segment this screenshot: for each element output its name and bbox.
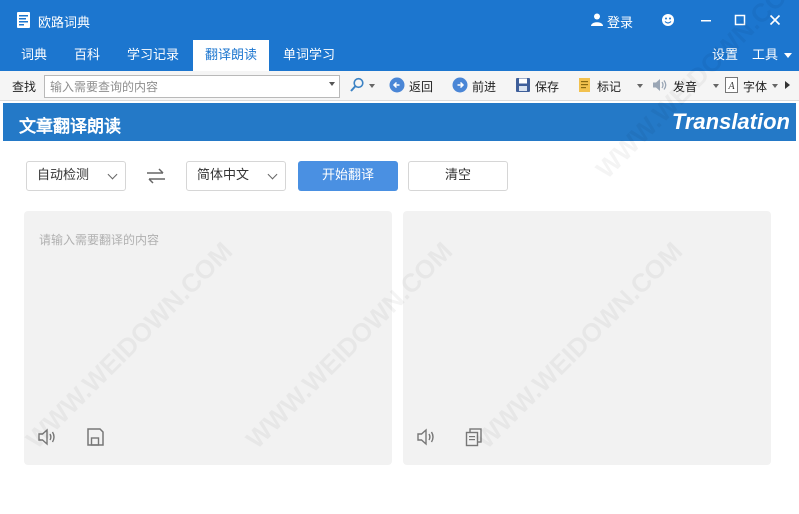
mark-button[interactable]: 标记 — [577, 76, 644, 96]
speaker-icon[interactable] — [415, 426, 437, 448]
font-label: 字体 — [743, 79, 768, 94]
smiley-icon[interactable] — [659, 11, 677, 29]
minimize-icon[interactable] — [697, 11, 715, 29]
target-language-value: 简体中文 — [197, 168, 250, 183]
forward-button[interactable]: 前进 — [452, 76, 496, 96]
user-icon — [591, 13, 603, 30]
bookmark-note-icon — [577, 77, 593, 96]
tools-menu[interactable]: 工具 — [752, 40, 793, 71]
save-button[interactable]: 保存 — [515, 76, 559, 96]
clear-button[interactable]: 清空 — [408, 161, 508, 191]
source-language-value: 自动检测 — [37, 168, 90, 183]
tools-label: 工具 — [752, 48, 779, 63]
chevron-down-icon — [369, 84, 375, 88]
title-bar: 欧路词典 登录 — [0, 0, 799, 40]
search-history-dropdown[interactable] — [329, 82, 335, 86]
search-icon — [349, 77, 365, 96]
tab-translate-read[interactable]: 翻译朗读 — [193, 40, 269, 71]
back-arrow-icon — [389, 77, 405, 96]
tab-dictionary[interactable]: 词典 — [8, 40, 60, 71]
mark-label: 标记 — [597, 79, 622, 94]
login-label: 登录 — [607, 16, 634, 31]
page-title: 文章翻译朗读 — [19, 117, 121, 137]
login-button[interactable]: 登录 — [591, 12, 633, 31]
back-label: 返回 — [409, 79, 434, 94]
chevron-down-icon — [784, 53, 793, 58]
font-button[interactable]: A 字体 — [725, 76, 779, 96]
font-icon: A — [725, 76, 739, 96]
source-text-placeholder: 请输入需要翻译的内容 — [39, 233, 160, 247]
chevron-down-icon — [107, 169, 118, 180]
source-language-select[interactable]: 自动检测 — [26, 161, 126, 191]
tab-encyclopedia[interactable]: 百科 — [62, 40, 112, 71]
page-title-english: Translation — [671, 109, 790, 134]
tab-word-study[interactable]: 单词学习 — [273, 40, 345, 71]
target-language-select[interactable]: 简体中文 — [186, 161, 286, 191]
app-title: 欧路词典 — [38, 16, 91, 31]
search-input[interactable] — [45, 76, 321, 97]
chevron-down-icon[interactable] — [637, 84, 644, 88]
save-icon[interactable] — [84, 426, 106, 448]
search-label: 查找 — [12, 80, 37, 94]
swap-languages-icon[interactable] — [145, 165, 167, 187]
app-logo-icon — [16, 11, 32, 29]
forward-label: 前进 — [472, 79, 497, 94]
forward-arrow-icon — [452, 77, 468, 96]
back-button[interactable]: 返回 — [389, 76, 433, 96]
chevron-down-icon — [772, 84, 779, 88]
menu-bar: 词典 百科 学习记录 翻译朗读 单词学习 设置 工具 — [0, 40, 799, 71]
chevron-right-icon[interactable] — [785, 81, 790, 89]
floppy-disk-icon — [515, 77, 531, 96]
tab-study-record[interactable]: 学习记录 — [118, 40, 188, 71]
search-box — [44, 75, 340, 98]
save-label: 保存 — [535, 79, 560, 94]
chevron-down-icon — [267, 169, 278, 180]
search-button[interactable] — [349, 76, 375, 96]
start-translate-button[interactable]: 开始翻译 — [298, 161, 398, 191]
chevron-down-icon[interactable] — [713, 84, 720, 88]
svg-text:A: A — [728, 81, 736, 92]
